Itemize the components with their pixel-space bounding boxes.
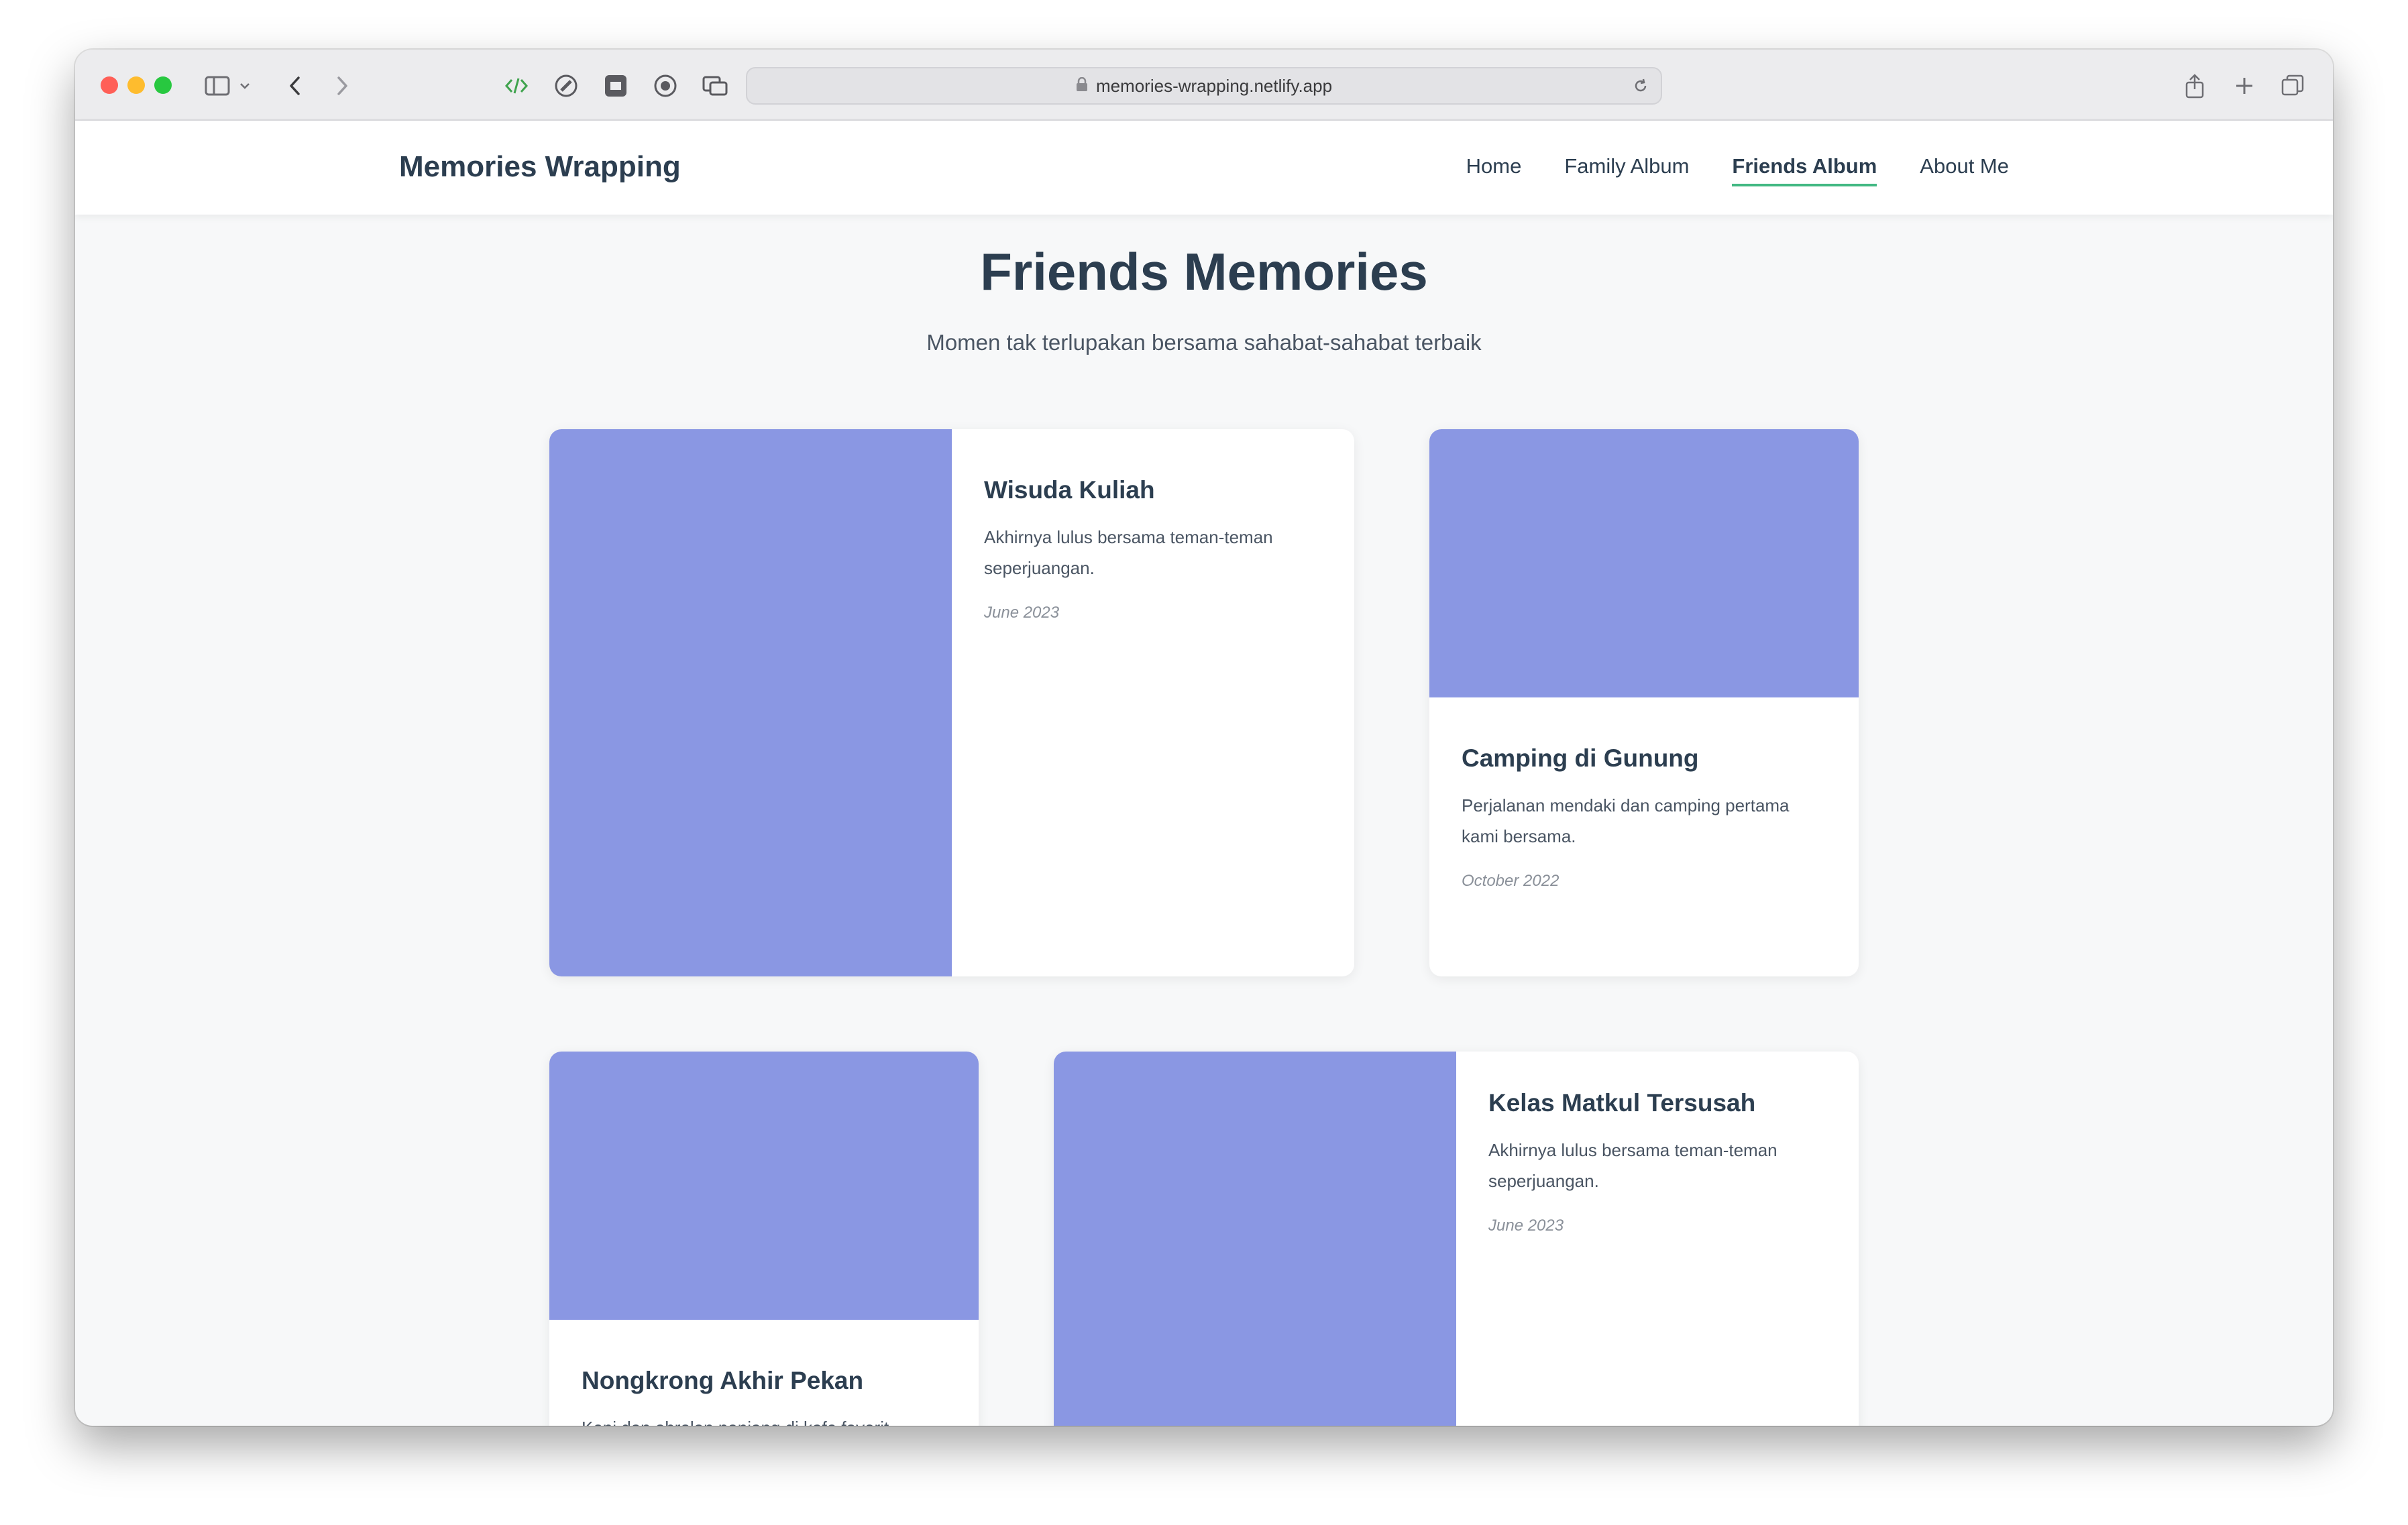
sidebar-toggle-icon[interactable] <box>204 72 231 99</box>
code-extension-icon[interactable] <box>503 72 530 99</box>
memory-card-description: Kopi dan obrolan panjang di kafe favorit… <box>582 1412 949 1426</box>
close-window-button[interactable] <box>101 76 118 94</box>
browser-toolbar: memories-wrapping.netlify.app <box>75 50 2333 121</box>
memory-card-image <box>549 429 952 976</box>
memory-card[interactable]: Nongkrong Akhir Pekan Kopi dan obrolan p… <box>549 1052 979 1426</box>
memory-card[interactable]: Wisuda Kuliah Akhirnya lulus bersama tem… <box>549 429 1354 976</box>
forward-arrow-icon[interactable] <box>329 72 355 99</box>
memory-card-date: June 2023 <box>984 604 1060 622</box>
memory-card-body: Nongkrong Akhir Pekan Kopi dan obrolan p… <box>582 1367 949 1426</box>
memory-card-title: Camping di Gunung <box>1462 744 1699 772</box>
nav-link-about-me[interactable]: About Me <box>1920 154 2009 186</box>
site-navbar: Memories Wrapping Home Family Album Frie… <box>75 121 2333 215</box>
tab-overview-icon[interactable] <box>2279 72 2306 99</box>
memory-card-date: June 2023 <box>1488 1217 1564 1235</box>
memory-card-body: Camping di Gunung Perjalanan mendaki dan… <box>1462 744 1829 891</box>
record-extension-icon[interactable] <box>652 72 679 99</box>
back-arrow-icon[interactable] <box>282 72 309 99</box>
memory-card-description: Perjalanan mendaki dan camping pertama k… <box>1462 795 1790 846</box>
browser-window: memories-wrapping.netlify.app Memories W… <box>75 50 2333 1426</box>
nav-link-family-album[interactable]: Family Album <box>1564 154 1689 186</box>
memory-card-date: October 2022 <box>1462 872 1559 890</box>
memory-card-title: Nongkrong Akhir Pekan <box>582 1367 864 1394</box>
site-brand[interactable]: Memories Wrapping <box>399 150 681 184</box>
maximize-window-button[interactable] <box>154 76 172 94</box>
memory-card-title: Kelas Matkul Tersusah <box>1488 1089 1756 1117</box>
memory-card[interactable]: Kelas Matkul Tersusah Akhirnya lulus ber… <box>1054 1052 1859 1426</box>
nav-link-friends-album[interactable]: Friends Album <box>1732 154 1877 186</box>
window-extension-icon[interactable] <box>702 72 728 99</box>
page-title: Friends Memories <box>980 242 1428 301</box>
nav-link-home[interactable]: Home <box>1466 154 1522 186</box>
memory-card-body: Kelas Matkul Tersusah Akhirnya lulus ber… <box>1488 1089 1824 1235</box>
memory-card-description: Akhirnya lulus bersama teman-teman seper… <box>1488 1140 1777 1191</box>
nav-links: Home Family Album Friends Album About Me <box>1466 154 2009 186</box>
memory-card[interactable]: Camping di Gunung Perjalanan mendaki dan… <box>1429 429 1859 976</box>
page-subtitle: Momen tak terlupakan bersama sahabat-sah… <box>926 330 1482 355</box>
memory-card-description: Akhirnya lulus bersama teman-teman seper… <box>984 527 1273 578</box>
lock-icon <box>1076 76 1088 95</box>
reload-icon[interactable] <box>1630 75 1651 97</box>
compass-extension-icon[interactable] <box>553 72 580 99</box>
memory-card-body: Wisuda Kuliah Akhirnya lulus bersama tem… <box>984 476 1319 622</box>
share-icon[interactable] <box>2181 72 2208 99</box>
memory-card-image <box>549 1052 979 1320</box>
minimize-window-button[interactable] <box>127 76 145 94</box>
url-text: memories-wrapping.netlify.app <box>1095 75 1333 96</box>
memory-card-image <box>1429 429 1859 697</box>
address-bar[interactable]: memories-wrapping.netlify.app <box>746 67 1662 105</box>
memory-card-title: Wisuda Kuliah <box>984 476 1155 504</box>
new-tab-icon[interactable] <box>2231 72 2258 99</box>
chevron-down-icon[interactable] <box>235 72 255 99</box>
calendar-extension-icon[interactable] <box>602 72 629 99</box>
memory-card-image <box>1054 1052 1456 1426</box>
